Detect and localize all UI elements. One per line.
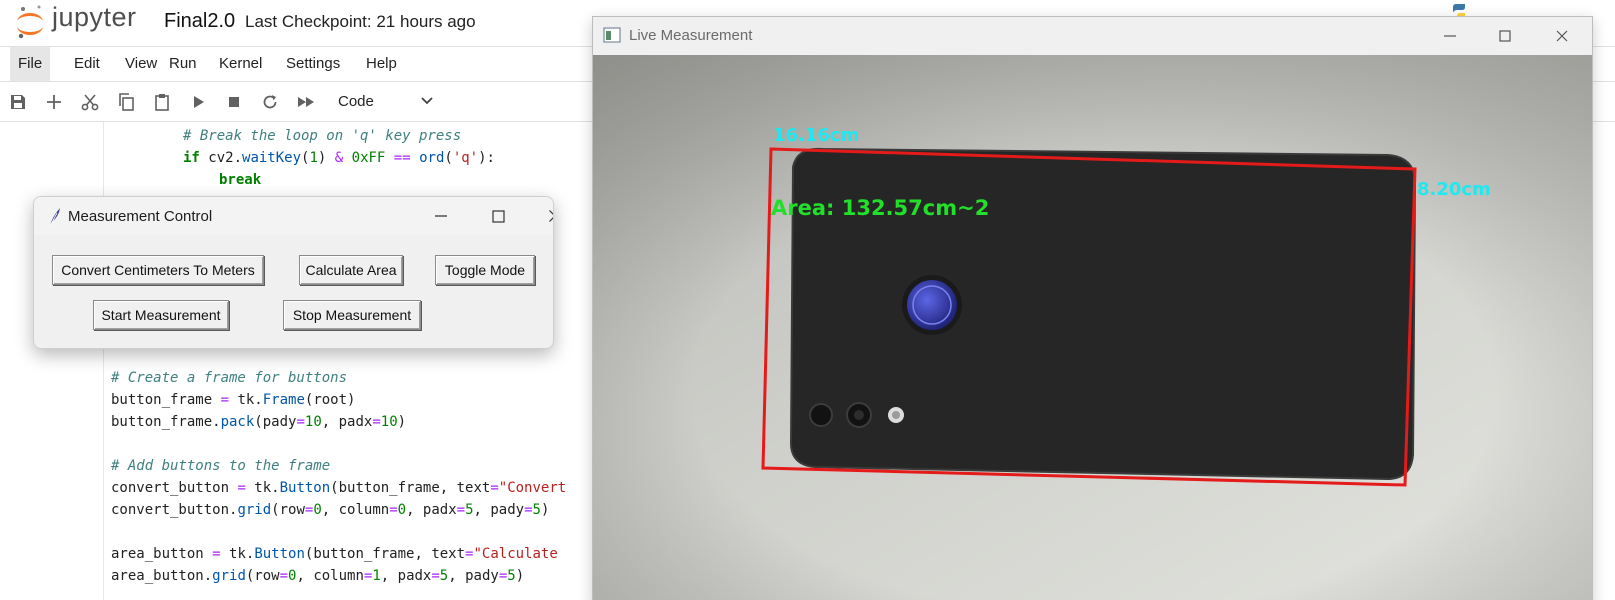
code-line: area_button = tk.Button(button_frame, te… xyxy=(111,546,558,562)
camera-lens xyxy=(809,403,833,427)
copy-icon[interactable] xyxy=(116,92,136,112)
measurement-control-window[interactable]: Measurement Control Convert Centimeters … xyxy=(33,196,554,349)
width-label: 16.16cm xyxy=(773,125,859,146)
height-label: 8.20cm xyxy=(1417,179,1491,200)
close-icon[interactable] xyxy=(542,203,553,229)
restart-icon[interactable] xyxy=(260,92,280,112)
menu-kernel[interactable]: Kernel xyxy=(211,47,270,81)
measurement-control-title: Measurement Control xyxy=(68,208,213,225)
live-measurement-window[interactable]: Live Measurement 16.16cm 8.20cm Area: 13… xyxy=(592,16,1593,600)
area-label: Area: 132.57cm~2 xyxy=(771,196,989,220)
cell-type-select[interactable]: Code xyxy=(338,91,438,113)
notebook-title[interactable]: Final2.0 xyxy=(164,10,235,33)
menu-settings[interactable]: Settings xyxy=(278,47,348,81)
code-line: break xyxy=(219,172,262,188)
maximize-icon[interactable] xyxy=(1492,23,1518,49)
run-icon[interactable] xyxy=(188,92,208,112)
menu-help[interactable]: Help xyxy=(358,47,405,81)
save-icon[interactable] xyxy=(8,92,28,112)
code-line: # Create a frame for buttons xyxy=(111,370,348,386)
menu-edit[interactable]: Edit xyxy=(66,47,108,81)
add-cell-icon[interactable] xyxy=(44,92,64,112)
jupyter-wordmark: jupyter xyxy=(52,2,137,32)
convert-button[interactable]: Convert Centimeters To Meters xyxy=(52,255,264,285)
start-measurement-button[interactable]: Start Measurement xyxy=(93,300,229,330)
code-line: # Add buttons to the frame xyxy=(111,458,331,474)
close-icon[interactable] xyxy=(1549,23,1575,49)
cut-icon[interactable] xyxy=(80,92,100,112)
stop-measurement-button[interactable]: Stop Measurement xyxy=(283,300,421,330)
stop-icon[interactable] xyxy=(224,92,244,112)
code-line: if cv2.waitKey(1) & 0xFF == ord('q'): xyxy=(183,150,495,166)
cell-gutter xyxy=(0,122,104,600)
menu-file[interactable]: File xyxy=(10,47,51,81)
measurement-control-titlebar[interactable]: Measurement Control xyxy=(34,197,553,235)
code-line: button_frame.pack(pady=10, padx=10) xyxy=(111,414,407,430)
opencv-window-icon xyxy=(603,27,621,43)
jupyter-logo-icon[interactable] xyxy=(14,4,46,40)
code-line: area_button.grid(row=0, column=1, padx=5… xyxy=(111,568,525,584)
code-line: convert_button = tk.Button(button_frame,… xyxy=(111,480,567,496)
chevron-down-icon xyxy=(420,94,434,108)
cell-type-value: Code xyxy=(338,93,374,110)
paste-icon[interactable] xyxy=(152,92,172,112)
maximize-icon[interactable] xyxy=(485,203,511,229)
code-line: # Break the loop on 'q' key press xyxy=(183,128,462,144)
fingerprint-sensor xyxy=(907,280,957,330)
minimize-icon[interactable] xyxy=(428,203,454,229)
code-line: convert_button.grid(row=0, column=0, pad… xyxy=(111,502,550,518)
live-measurement-titlebar[interactable]: Live Measurement xyxy=(593,17,1592,55)
live-measurement-title: Live Measurement xyxy=(629,27,753,44)
last-checkpoint: Last Checkpoint: 21 hours ago xyxy=(245,12,476,31)
menu-run[interactable]: Run xyxy=(161,47,205,81)
code-line: button_frame = tk.Frame(root) xyxy=(111,392,356,408)
menu-view[interactable]: View xyxy=(117,47,165,81)
calculate-area-button[interactable]: Calculate Area xyxy=(299,255,403,285)
fast-forward-icon[interactable] xyxy=(296,92,316,112)
tk-feather-icon xyxy=(48,207,62,227)
minimize-icon[interactable] xyxy=(1437,23,1463,49)
camera-feed: 16.16cm 8.20cm Area: 132.57cm~2 xyxy=(593,55,1592,600)
toggle-mode-button[interactable]: Toggle Mode xyxy=(435,255,535,285)
